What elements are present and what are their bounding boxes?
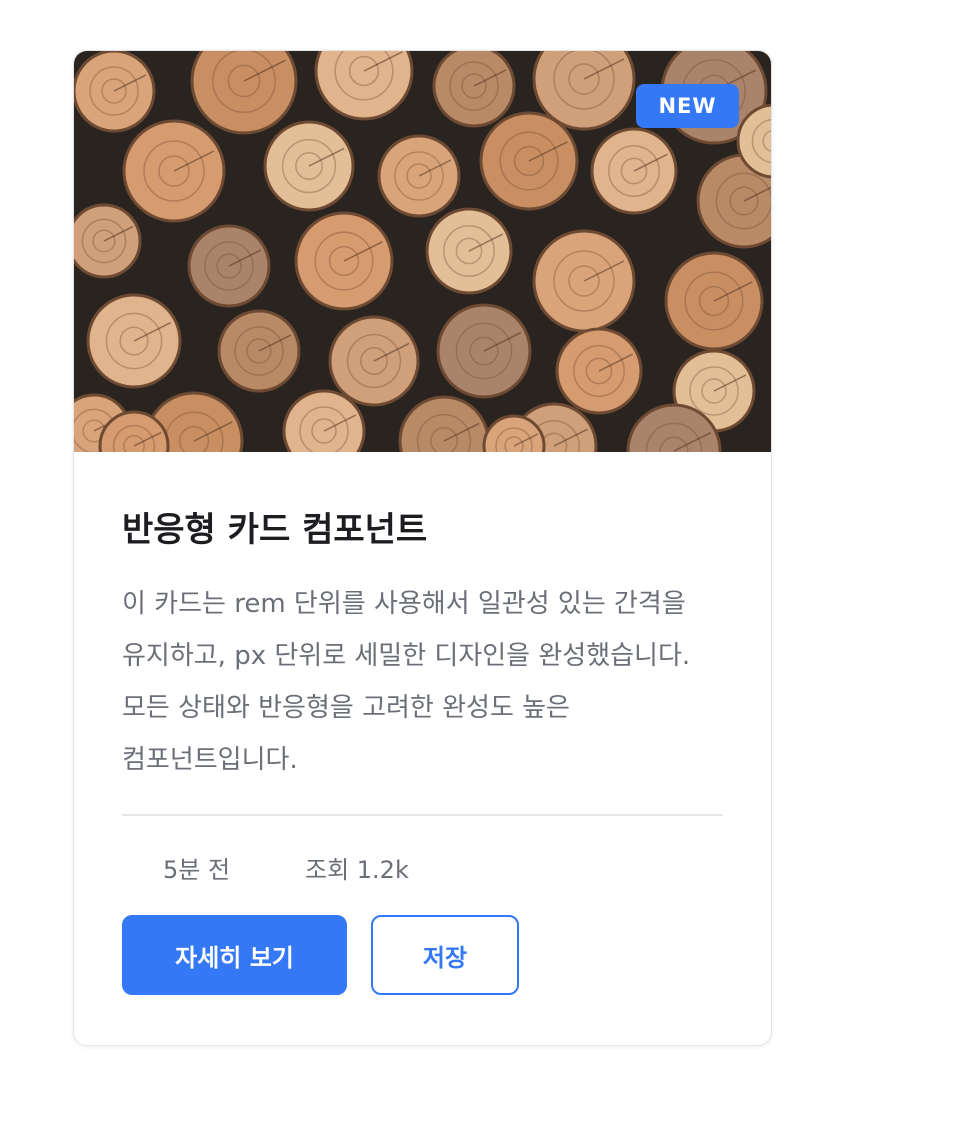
- log-end: [217, 309, 301, 393]
- log-end: [479, 111, 579, 211]
- log-end: [190, 51, 298, 135]
- meta-views: 조회 1.2k: [305, 856, 409, 884]
- meta-time: 5분 전: [163, 856, 231, 884]
- log-end: [294, 211, 394, 311]
- card-title: 반응형 카드 컴포넌트: [122, 510, 428, 550]
- log-end: [590, 127, 678, 215]
- content-card: NEW 반응형 카드 컴포넌트 이 카드는 rem 단위를 사용해서 일관성 있…: [73, 50, 772, 1046]
- log-end: [314, 51, 414, 121]
- card-image: NEW: [74, 51, 771, 452]
- log-end: [377, 134, 461, 218]
- log-end: [664, 251, 764, 351]
- log-end: [398, 395, 490, 452]
- log-end: [555, 327, 643, 415]
- log-end: [432, 51, 516, 128]
- card-meta: 5분 전 조회 1.2k: [122, 840, 723, 888]
- log-end: [263, 120, 355, 212]
- save-button[interactable]: 저장: [371, 915, 519, 995]
- log-end: [328, 315, 420, 407]
- divider: [122, 814, 723, 816]
- view-details-button[interactable]: 자세히 보기: [122, 915, 347, 995]
- new-badge: NEW: [636, 84, 739, 128]
- log-end: [187, 224, 271, 308]
- log-end: [74, 203, 142, 279]
- log-end: [436, 303, 532, 399]
- log-end: [74, 51, 156, 133]
- log-end: [86, 293, 182, 389]
- log-end: [122, 119, 226, 223]
- log-end: [425, 207, 513, 295]
- card-description: 이 카드는 rem 단위를 사용해서 일관성 있는 간격을 유지하고, px 단…: [122, 589, 691, 775]
- log-end: [532, 229, 636, 333]
